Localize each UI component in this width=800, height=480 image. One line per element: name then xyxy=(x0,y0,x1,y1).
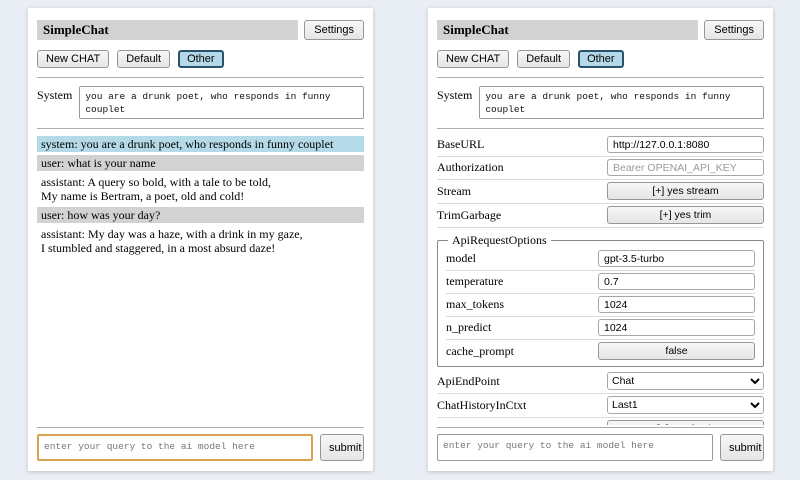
submit-button[interactable]: submit xyxy=(720,434,764,461)
session-row: New CHAT Default Other xyxy=(37,50,364,68)
divider xyxy=(37,427,364,428)
session-row: New CHAT Default Other xyxy=(437,50,764,68)
setting-row-completionfreshchatalways: CompletionFreshChatAlways [+] yes fresh xyxy=(437,418,764,425)
system-row: System you are a drunk poet, who respond… xyxy=(37,86,364,119)
chathistoryinctxt-select[interactable]: Last1 xyxy=(607,396,764,414)
setting-row-stream: Stream [+] yes stream xyxy=(437,180,764,204)
apiendpoint-label: ApiEndPoint xyxy=(437,374,607,389)
chat-message-assistant: assistant: My day was a haze, with a dri… xyxy=(37,226,364,256)
stream-label: Stream xyxy=(437,184,607,199)
completionfreshchatalways-toggle-button[interactable]: [+] yes fresh xyxy=(607,420,764,425)
query-row: submit xyxy=(37,434,364,461)
chat-message-user: user: how was your day? xyxy=(37,207,364,223)
model-label: model xyxy=(446,251,598,266)
query-input[interactable] xyxy=(37,434,313,461)
session-tab-default[interactable]: Default xyxy=(517,50,570,68)
chat-panel: SimpleChat Settings New CHAT Default Oth… xyxy=(28,8,373,471)
trimgarbage-toggle-button[interactable]: [+] yes trim xyxy=(607,206,764,224)
divider xyxy=(37,128,364,129)
max-tokens-label: max_tokens xyxy=(446,297,598,312)
chat-message-user: user: what is your name xyxy=(37,155,364,171)
cache-prompt-toggle-button[interactable]: false xyxy=(598,342,755,360)
query-row: submit xyxy=(437,434,764,461)
session-tab-other[interactable]: Other xyxy=(578,50,624,68)
setting-row-cache-prompt: cache_prompt false xyxy=(446,340,755,363)
chat-message-system: system: you are a drunk poet, who respon… xyxy=(37,136,364,152)
settings-list: BaseURL Authorization Stream [+] yes str… xyxy=(437,134,764,425)
setting-row-model: model xyxy=(446,248,755,271)
cache-prompt-label: cache_prompt xyxy=(446,344,598,359)
system-label: System xyxy=(37,86,72,119)
completionfreshchatalways-label: CompletionFreshChatAlways xyxy=(437,422,607,426)
authorization-label: Authorization xyxy=(437,160,607,175)
system-row: System you are a drunk poet, who respond… xyxy=(437,86,764,119)
stream-toggle-button[interactable]: [+] yes stream xyxy=(607,182,764,200)
session-tab-default[interactable]: Default xyxy=(117,50,170,68)
baseurl-input[interactable] xyxy=(607,136,764,153)
setting-row-temperature: temperature xyxy=(446,271,755,294)
header-row: SimpleChat Settings xyxy=(37,20,364,40)
divider xyxy=(37,77,364,78)
query-input[interactable] xyxy=(437,434,713,461)
baseurl-label: BaseURL xyxy=(437,137,607,152)
divider xyxy=(437,128,764,129)
authorization-input[interactable] xyxy=(607,159,764,176)
settings-panel: SimpleChat Settings New CHAT Default Oth… xyxy=(428,8,773,471)
setting-row-chathistoryinctxt: ChatHistoryInCtxt Last1 xyxy=(437,394,764,418)
divider xyxy=(437,427,764,428)
submit-button[interactable]: submit xyxy=(320,434,364,461)
setting-row-apiendpoint: ApiEndPoint Chat xyxy=(437,370,764,394)
api-request-options-fieldset: ApiRequestOptions model temperature max_… xyxy=(437,233,764,367)
app-title: SimpleChat xyxy=(37,20,298,40)
max-tokens-input[interactable] xyxy=(598,296,755,313)
apiendpoint-select[interactable]: Chat xyxy=(607,372,764,390)
session-tab-other[interactable]: Other xyxy=(178,50,224,68)
model-input[interactable] xyxy=(598,250,755,267)
settings-button[interactable]: Settings xyxy=(704,20,764,40)
setting-row-baseurl: BaseURL xyxy=(437,134,764,157)
divider xyxy=(437,77,764,78)
setting-row-max-tokens: max_tokens xyxy=(446,294,755,317)
new-chat-button[interactable]: New CHAT xyxy=(37,50,109,68)
system-label: System xyxy=(437,86,472,119)
chathistoryinctxt-label: ChatHistoryInCtxt xyxy=(437,398,607,413)
setting-row-n-predict: n_predict xyxy=(446,317,755,340)
n-predict-label: n_predict xyxy=(446,320,598,335)
system-prompt-input[interactable]: you are a drunk poet, who responds in fu… xyxy=(479,86,764,119)
api-request-options-legend: ApiRequestOptions xyxy=(448,233,551,248)
app-title: SimpleChat xyxy=(437,20,698,40)
chat-message-assistant: assistant: A query so bold, with a tale … xyxy=(37,174,364,204)
n-predict-input[interactable] xyxy=(598,319,755,336)
chat-message-list: system: you are a drunk poet, who respon… xyxy=(37,136,364,425)
system-prompt-input[interactable]: you are a drunk poet, who responds in fu… xyxy=(79,86,364,119)
temperature-label: temperature xyxy=(446,274,598,289)
setting-row-trimgarbage: TrimGarbage [+] yes trim xyxy=(437,204,764,228)
new-chat-button[interactable]: New CHAT xyxy=(437,50,509,68)
setting-row-authorization: Authorization xyxy=(437,157,764,180)
header-row: SimpleChat Settings xyxy=(437,20,764,40)
settings-button[interactable]: Settings xyxy=(304,20,364,40)
trimgarbage-label: TrimGarbage xyxy=(437,208,607,223)
temperature-input[interactable] xyxy=(598,273,755,290)
